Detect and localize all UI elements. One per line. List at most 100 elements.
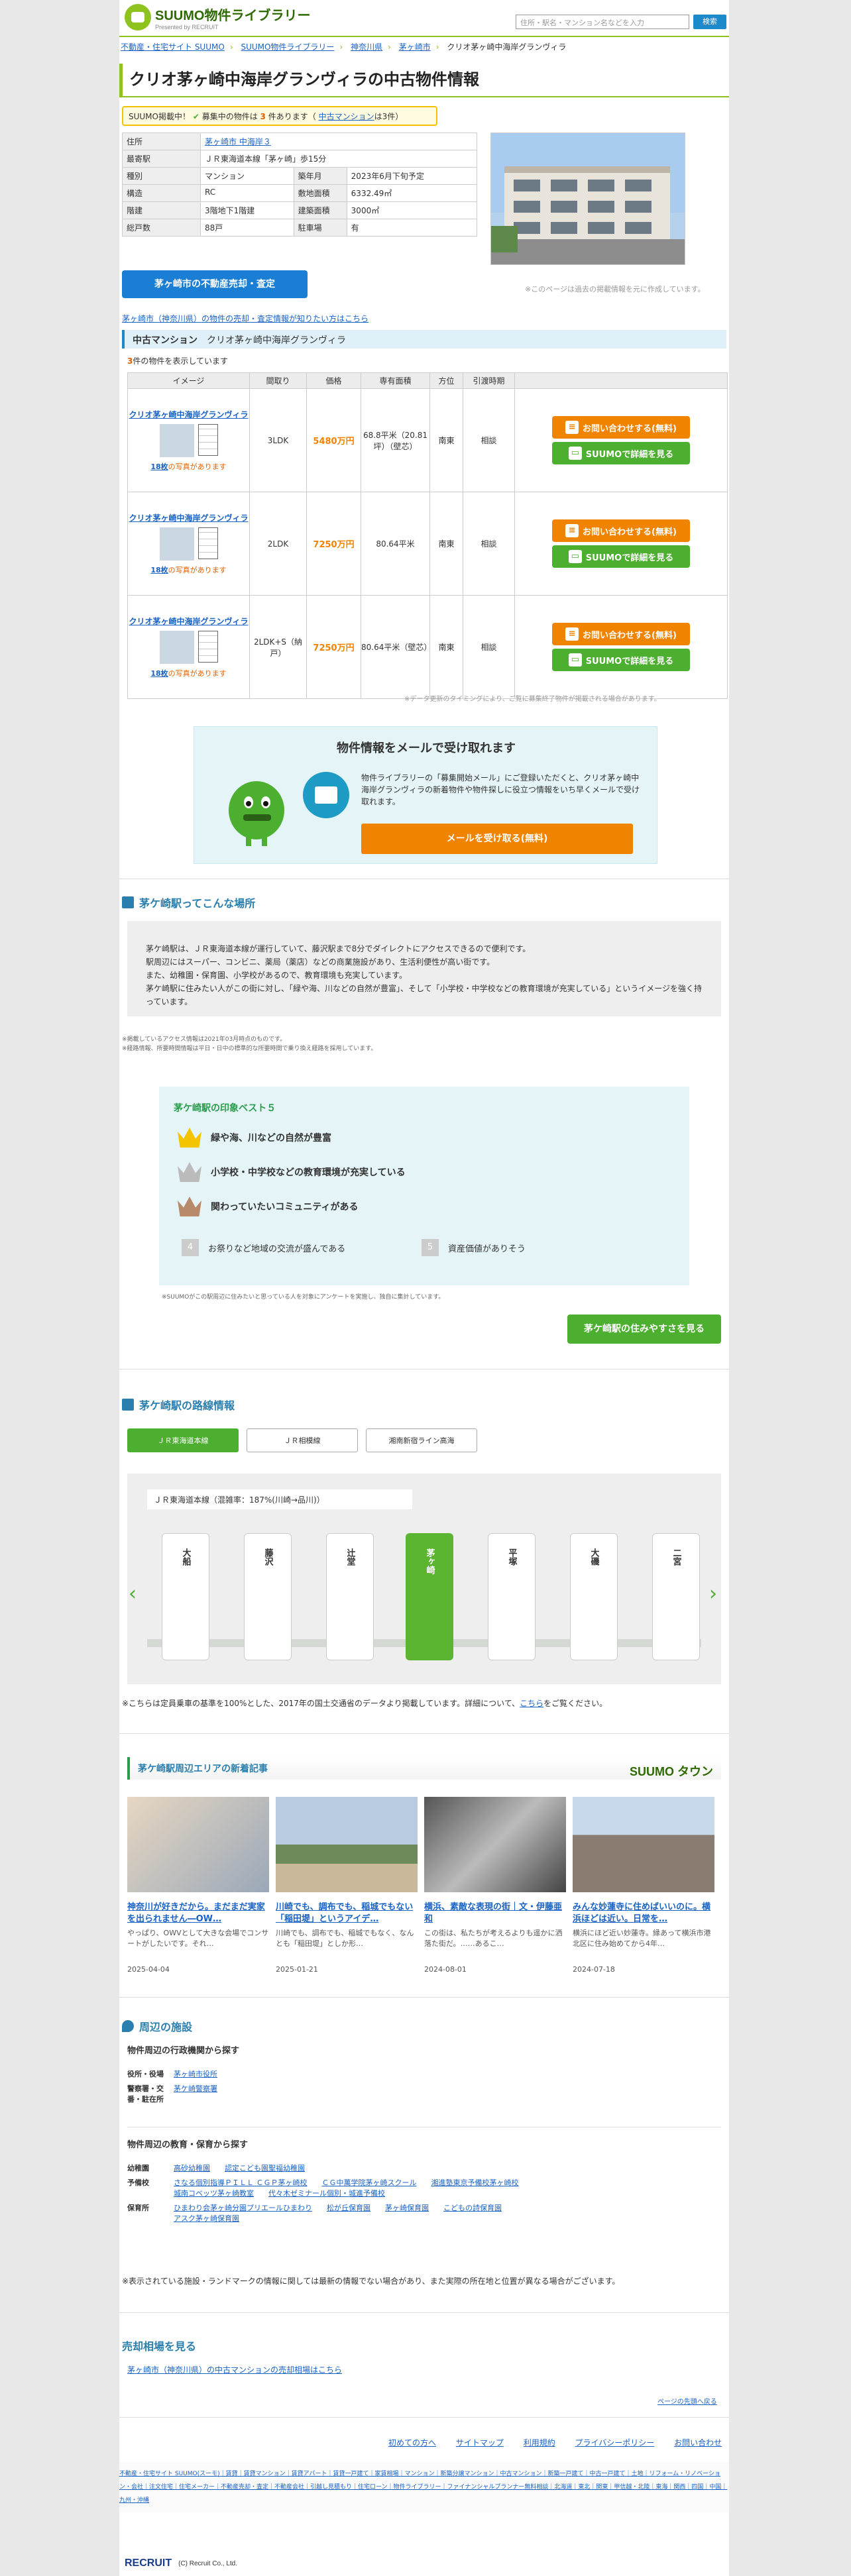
tab-sagami[interactable]: ＪＲ相模線: [247, 1428, 358, 1452]
notice-lead: SUUMO掲載中！: [129, 112, 190, 121]
footer-link[interactable]: 初めての方へ: [388, 2438, 436, 2447]
breadcrumb-item[interactable]: SUUMO物件ライブラリー: [241, 42, 334, 52]
property-name-link[interactable]: クリオ茅ヶ崎中海岸グランヴィラ: [128, 409, 249, 420]
station-chigasaki[interactable]: 茅ヶ崎: [406, 1533, 453, 1660]
arrow-right-icon[interactable]: ›: [709, 1582, 717, 1605]
footer-link[interactable]: 利用規約: [524, 2438, 555, 2447]
station-ninomiya[interactable]: 二宮: [652, 1533, 700, 1660]
sell-link[interactable]: 茅ヶ崎市（神奈川県）の物件の売却・査定情報が知りたい方はこちら: [122, 313, 369, 324]
facility-label: 保育所: [127, 2204, 149, 2212]
facility-link[interactable]: 茅ヶ崎保育園: [385, 2204, 429, 2212]
route-note: ※こちらは定員乗車の基準を100%とした、2017年の国土交通省のデータより掲載…: [122, 1697, 607, 1709]
notice-count: 3: [260, 112, 266, 121]
tab-tokaido[interactable]: ＪＲ東海道本線: [127, 1428, 239, 1452]
article-image[interactable]: [573, 1797, 714, 1892]
facility-link[interactable]: アスク茅ヶ崎保育園: [174, 2214, 239, 2223]
station-ofuna[interactable]: 大船: [162, 1533, 209, 1660]
page: SUUMO物件ライブラリー Presented by RECRUIT 住所・駅名…: [119, 0, 729, 2576]
article-card[interactable]: 神奈川が好きだから。まだまだ実家を出られません―OW… やっぱり、OWVとして大…: [127, 1797, 269, 1974]
search-input[interactable]: 住所・駅名・マンション名などを入力: [516, 15, 689, 29]
info-value: 茅ヶ崎市 中海岸３: [200, 133, 477, 150]
suumo-town-logo[interactable]: SUUMO タウン: [630, 1762, 713, 1780]
article-title[interactable]: 神奈川が好きだから。まだまだ実家を出られません―OW…: [127, 1902, 269, 1925]
photos-count[interactable]: 18枚の写真があります: [128, 461, 249, 472]
route-note-link[interactable]: こちら: [520, 1699, 543, 1708]
rank-2: 小学校・中学校などの教育環境が充実している: [178, 1162, 406, 1182]
info-key: 構造: [122, 184, 201, 202]
floor-plan-thumb[interactable]: [198, 423, 218, 456]
facility-link[interactable]: さなる個別指導ＰＩＬＬ ＣＧＰ茅ヶ崎校: [174, 2178, 308, 2187]
market-heading: 売却相場を見る: [122, 2340, 197, 2353]
floor-plan-thumb[interactable]: [198, 527, 218, 559]
table-row: クリオ茅ヶ崎中海岸グランヴィラ 18枚の写真があります 2LDK 7250万円 …: [127, 492, 728, 596]
photos-count[interactable]: 18枚の写真があります: [128, 668, 249, 678]
station-fujisawa[interactable]: 藤沢: [244, 1533, 292, 1660]
article-card[interactable]: 川崎でも、調布でも、稲城でもない「稲田堤」というアイデ… 川崎でも、調布でも、稲…: [276, 1797, 418, 1974]
detail-button[interactable]: ▭ SUUMOで詳細を見る: [552, 649, 690, 671]
facility-link[interactable]: ひまわり会茅ヶ崎分園プリエールひまわり: [174, 2204, 312, 2212]
article-image[interactable]: [276, 1797, 418, 1892]
article-image[interactable]: [424, 1797, 566, 1892]
gold-crown-icon: [178, 1128, 201, 1148]
station-hiratsuka[interactable]: 平塚: [488, 1533, 536, 1660]
info-key: 敷地面積: [293, 184, 347, 202]
notice-link[interactable]: 中古マンション: [319, 112, 374, 121]
mail-signup-button[interactable]: メールを受け取る(無料): [361, 824, 633, 854]
rank-label: 小学校・中学校などの教育環境が充実している: [211, 1167, 406, 1178]
property-name-link[interactable]: クリオ茅ヶ崎中海岸グランヴィラ: [128, 616, 249, 627]
article-card[interactable]: みんな妙蓮寺に住めばいいのに。横浜ほどは近い。日常を… 横浜にほど近い妙蓮寺。縁…: [573, 1797, 714, 1974]
facility-link[interactable]: 高砂幼稚園: [174, 2164, 210, 2173]
market-link[interactable]: 茅ヶ崎市（神奈川県）の中古マンションの売却相場はこちら: [127, 2364, 342, 2375]
area-description: 茅ケ崎駅は、ＪＲ東海道本線が運行していて、藤沢駅まで8分でダイレクトにアクセスで…: [127, 921, 721, 1016]
facility-link[interactable]: 茅ヶ崎市役所: [174, 2070, 217, 2078]
suumo-logo[interactable]: SUUMO物件ライブラリー Presented by RECRUIT: [125, 4, 310, 30]
building-photo[interactable]: [490, 133, 685, 265]
breadcrumb-item[interactable]: 不動産・住宅サイト SUUMO: [121, 42, 225, 52]
arrow-left-icon[interactable]: ‹: [129, 1582, 137, 1605]
facility-link[interactable]: 城南コベッツ茅ヶ崎教室: [174, 2189, 254, 2198]
breadcrumb-item[interactable]: 神奈川県: [351, 42, 382, 52]
facility-link[interactable]: こどもの詩保育園: [443, 2204, 502, 2212]
document-icon: ≡: [565, 524, 579, 537]
footer-category-links[interactable]: 不動産・住宅サイト SUUMO(スーモ)｜賃貸｜賃貸マンション｜賃貸アパート｜賃…: [119, 2471, 727, 2504]
footer-link[interactable]: プライバシーポリシー: [575, 2438, 655, 2447]
table-row: クリオ茅ヶ崎中海岸グランヴィラ 18枚の写真があります 2LDK+S（納戸） 7…: [127, 595, 728, 699]
article-image[interactable]: [127, 1797, 269, 1892]
property-thumb[interactable]: [159, 423, 194, 457]
photos-count[interactable]: 18枚の写真があります: [128, 564, 249, 575]
image-cell: クリオ茅ヶ崎中海岸グランヴィラ 18枚の写真があります: [127, 388, 250, 492]
station-oiso[interactable]: 大磯: [570, 1533, 618, 1660]
livability-button[interactable]: 茅ケ崎駅の住みやすさを見る: [567, 1315, 721, 1344]
facility-link[interactable]: 茅ケ崎警察署: [174, 2084, 217, 2093]
route-heading-text: 茅ケ崎駅の路線情報: [139, 1399, 235, 1412]
detail-button[interactable]: ▭ SUUMOで詳細を見る: [552, 545, 690, 568]
facility-link[interactable]: ＣＧ中萬学院茅ヶ崎スクール: [322, 2178, 417, 2187]
inquiry-button[interactable]: ≡ お問い合わせする(無料): [552, 623, 690, 645]
tab-shonan-shinjuku[interactable]: 湘南新宿ライン高海: [366, 1428, 477, 1452]
station-tsujido[interactable]: 辻堂: [326, 1533, 374, 1660]
property-thumb[interactable]: [159, 630, 194, 664]
sell-button[interactable]: 茅ヶ崎市の不動産売却・査定: [122, 270, 308, 298]
article-title[interactable]: みんな妙蓮寺に住めばいいのに。横浜ほどは近い。日常を…: [573, 1902, 714, 1925]
article-title[interactable]: 横浜、素敵な表現の街｜文・伊藤亜和: [424, 1902, 566, 1925]
back-to-top-link[interactable]: ページの先頭へ戻る: [657, 2396, 717, 2406]
footer-link[interactable]: サイトマップ: [456, 2438, 504, 2447]
property-name-link[interactable]: クリオ茅ヶ崎中海岸グランヴィラ: [128, 513, 249, 523]
article-title[interactable]: 川崎でも、調布でも、稲城でもない「稲田堤」というアイデ…: [276, 1902, 418, 1925]
info-value: 有: [346, 219, 478, 237]
inquiry-button[interactable]: ≡ お問い合わせする(無料): [552, 416, 690, 439]
logo-by-text: Presented by RECRUIT: [155, 23, 219, 30]
footer-link[interactable]: お問い合わせ: [674, 2438, 722, 2447]
breadcrumb-item[interactable]: 茅ヶ崎市: [399, 42, 431, 52]
detail-button[interactable]: ▭ SUUMOで詳細を見る: [552, 442, 690, 464]
facility-link[interactable]: 認定こども園聖福幼稚園: [225, 2164, 305, 2173]
facility-link[interactable]: 代々木ゼミナール個別・城進予備校: [268, 2189, 385, 2198]
facility-link[interactable]: 松が丘保育園: [327, 2204, 370, 2212]
address-link[interactable]: 茅ヶ崎市 中海岸３: [205, 137, 271, 146]
facility-link[interactable]: 湘進塾東京予備校茅ヶ崎校: [431, 2178, 519, 2187]
inquiry-button[interactable]: ≡ お問い合わせする(無料): [552, 519, 690, 542]
property-thumb[interactable]: [159, 527, 194, 561]
article-card[interactable]: 横浜、素敵な表現の街｜文・伊藤亜和 この街は、私たちが考えるよりも遥かに洒落た街…: [424, 1797, 566, 1974]
floor-plan-thumb[interactable]: [198, 630, 218, 663]
search-button[interactable]: 検索: [693, 15, 726, 29]
